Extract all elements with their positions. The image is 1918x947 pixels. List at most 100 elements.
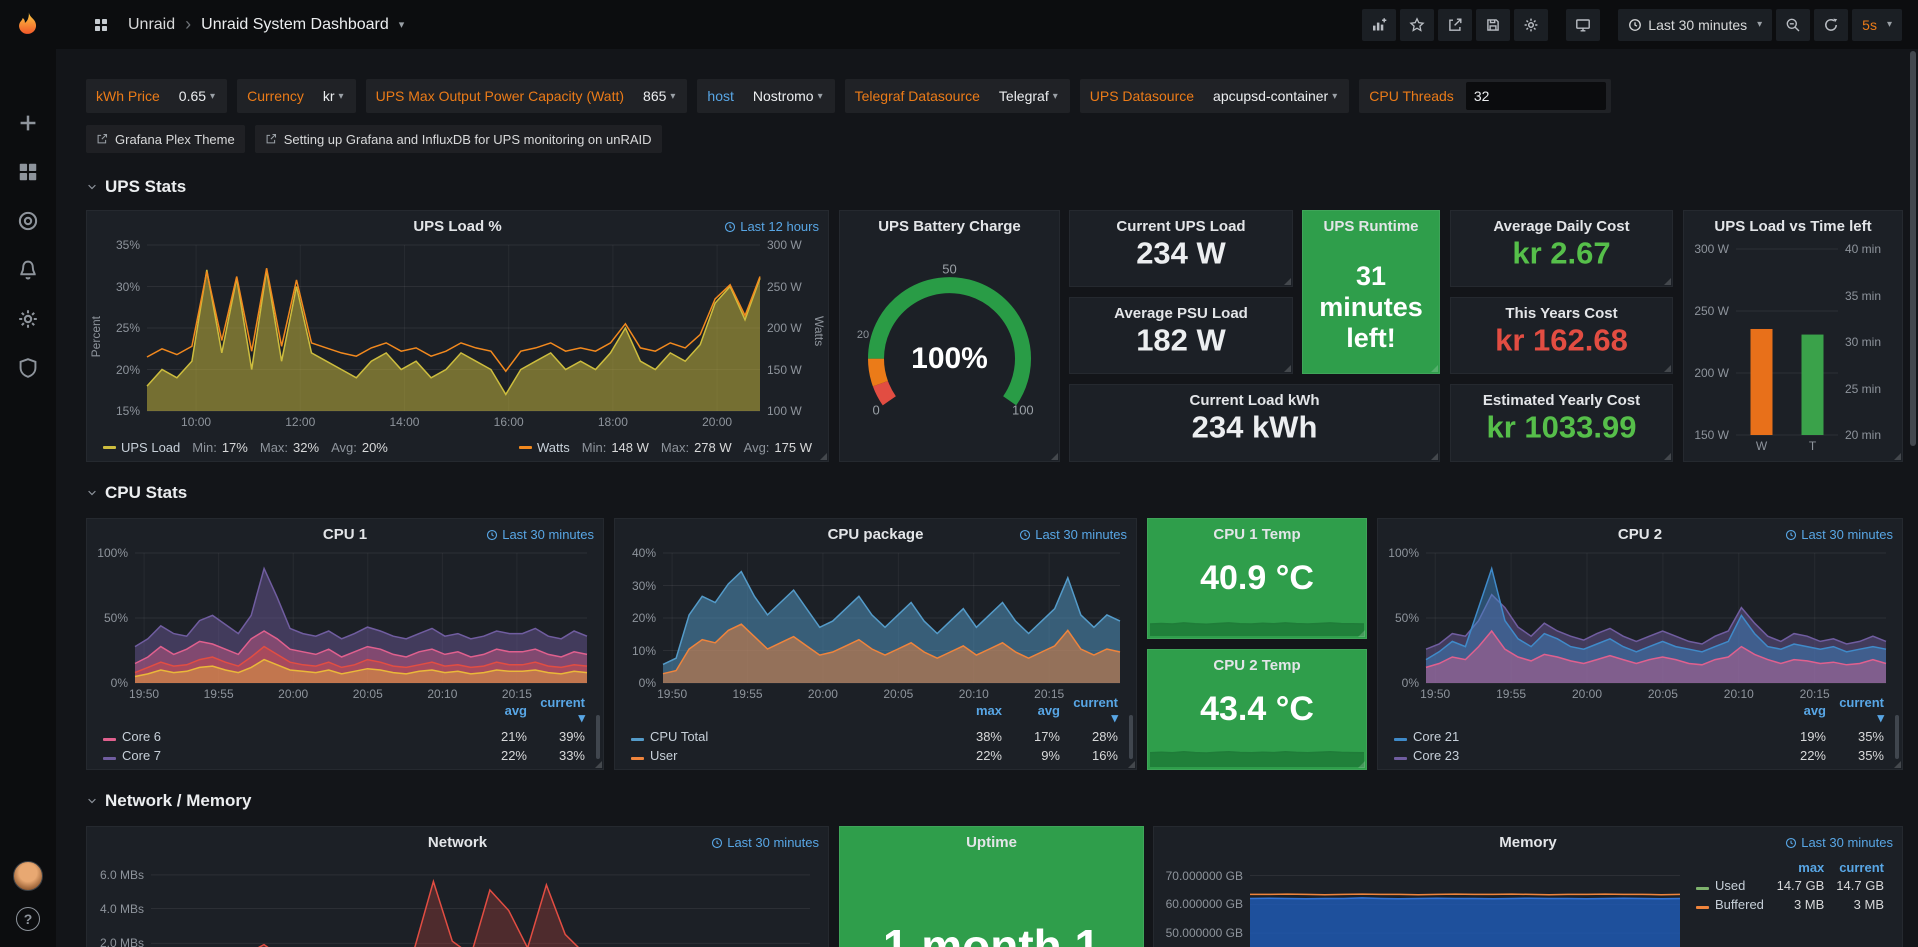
legend-series-name[interactable]: Core 23 <box>1413 748 1459 763</box>
panel-title[interactable]: UPS Load vs Time left <box>1684 211 1902 235</box>
legend-col-current[interactable]: current ▾ <box>1066 694 1124 727</box>
panel-title[interactable]: Uptime <box>840 827 1143 851</box>
panel-title[interactable]: UPS Load % <box>87 211 828 235</box>
bar-label: T <box>1809 439 1816 453</box>
clock-icon <box>1785 837 1797 849</box>
variable-value-ups-max-output-power-capacity-watt[interactable]: 865▾ <box>633 79 685 113</box>
panel-title[interactable]: Current UPS Load <box>1070 211 1292 235</box>
legend-series-name[interactable]: Core 7 <box>122 748 161 763</box>
cpu-2-graph[interactable]: 100%50%0%19:5019:5520:0020:0520:1020:15 <box>1386 549 1894 701</box>
help-icon[interactable]: ? <box>16 907 40 931</box>
legend-entry: UPS LoadMin:17%Max:32%Avg:20% <box>103 440 388 455</box>
axis-tick: 200 W <box>1690 366 1729 380</box>
dashboards-icon[interactable] <box>13 157 43 187</box>
settings-gear-icon[interactable] <box>1514 9 1548 41</box>
create-plus-icon[interactable] <box>13 108 43 138</box>
panel-average-daily-cost: Average Daily Cost kr 2.67 <box>1450 210 1673 287</box>
axis-tick: 15% <box>101 404 140 418</box>
series-color-dash <box>103 738 116 741</box>
refresh-interval-label: 5s <box>1862 17 1877 33</box>
grafana-logo[interactable] <box>11 8 45 42</box>
chevron-down-icon <box>86 181 98 193</box>
axis-tick: 100% <box>95 546 128 560</box>
zoom-out-icon[interactable] <box>1776 9 1810 41</box>
configuration-gear-icon[interactable] <box>13 304 43 334</box>
legend-col-max[interactable]: max <box>950 694 1008 727</box>
legend-col-avg[interactable]: avg <box>1774 694 1832 727</box>
explore-icon[interactable] <box>13 206 43 236</box>
panel-title[interactable]: UPS Battery Charge <box>840 211 1059 235</box>
time-range-picker[interactable]: Last 30 minutes ▾ <box>1618 9 1772 41</box>
cycle-view-monitor-icon[interactable] <box>1566 9 1600 41</box>
variable-value-ups-datasource[interactable]: apcupsd-container▾ <box>1203 79 1347 113</box>
star-icon[interactable] <box>1400 9 1434 41</box>
legend-col-current[interactable]: current ▾ <box>533 694 591 727</box>
variable-value-currency[interactable]: kr▾ <box>313 79 354 113</box>
legend-series-name[interactable]: Core 21 <box>1413 729 1459 744</box>
network-graph[interactable]: 6.0 MBs4.0 MBs2.0 MBs <box>95 857 820 947</box>
chevron-down-icon[interactable]: ▾ <box>399 18 405 31</box>
panel-title[interactable]: CPU 2 Temp <box>1148 650 1366 674</box>
chevron-down-icon: ▾ <box>210 91 215 102</box>
clock-icon <box>711 837 723 849</box>
refresh-interval-dropdown[interactable]: 5s ▾ <box>1852 9 1902 41</box>
panel-this-years-cost: This Years Cost kr 162.68 <box>1450 297 1673 374</box>
legend-col-avg[interactable]: avg <box>1008 694 1066 727</box>
dashboard-title[interactable]: Unraid System Dashboard <box>201 16 389 34</box>
axis-tick: 100 W <box>767 404 802 418</box>
security-shield-icon[interactable] <box>13 353 43 383</box>
legend-series-name[interactable]: UPS Load <box>121 440 180 455</box>
legend-col-avg[interactable]: avg <box>475 694 533 727</box>
panel-title[interactable]: This Years Cost <box>1451 298 1672 322</box>
breadcrumb-app[interactable]: Unraid <box>128 16 175 34</box>
share-icon[interactable] <box>1438 9 1472 41</box>
panel-title[interactable]: CPU 1 Temp <box>1148 519 1366 543</box>
user-avatar[interactable] <box>13 861 43 891</box>
legend-col-current[interactable]: current <box>1830 859 1890 876</box>
memory-graph[interactable]: 70.000000 GB60.000000 GB50.000000 GB <box>1162 857 1686 947</box>
panel-time-override: Last 30 minutes <box>711 835 819 850</box>
legend-series-name[interactable]: CPU Total <box>650 729 708 744</box>
panel-title[interactable]: Current Load kWh <box>1070 385 1439 409</box>
row-header-ups-stats[interactable]: UPS Stats <box>86 177 186 197</box>
scrollbar-thumb[interactable] <box>1910 51 1916 446</box>
stat-value: 234 kWh <box>1070 409 1439 445</box>
variable-label: UPS Datasource <box>1090 88 1203 104</box>
variable-value-telegraf-datasource[interactable]: Telegraf▾ <box>989 79 1068 113</box>
legend-col-max[interactable]: max <box>1771 859 1831 876</box>
legend-series-name[interactable]: Watts <box>537 440 570 455</box>
add-panel-button[interactable] <box>1362 9 1396 41</box>
legend-series-name[interactable]: User <box>650 748 677 763</box>
refresh-icon[interactable] <box>1814 9 1848 41</box>
row-header-cpu-stats[interactable]: CPU Stats <box>86 483 187 503</box>
legend-scrollbar[interactable] <box>596 715 600 759</box>
panel-title[interactable]: Average PSU Load <box>1070 298 1292 322</box>
page-scrollbar[interactable] <box>1908 49 1918 947</box>
legend-scrollbar[interactable] <box>1129 715 1133 759</box>
cpu-1-graph[interactable]: 100%50%0%19:5019:5520:0020:0520:1020:15 <box>95 549 595 701</box>
variable-input-cpu-threads[interactable] <box>1466 82 1606 110</box>
row-header-network-memory[interactable]: Network / Memory <box>86 791 251 811</box>
ups-load-graph[interactable]: 35%30%25%20%15%300 W250 W200 W150 W100 W… <box>101 241 814 429</box>
legend-series-name[interactable]: Buffered <box>1715 897 1764 912</box>
legend-series-name[interactable]: Core 6 <box>122 729 161 744</box>
save-icon[interactable] <box>1476 9 1510 41</box>
variable-value-kwh-price[interactable]: 0.65▾ <box>169 79 225 113</box>
cpu-package-graph[interactable]: 40%30%20%10%0%19:5019:5520:0020:0520:102… <box>623 549 1128 701</box>
apps-grid-icon[interactable] <box>84 9 118 41</box>
legend-col-current[interactable]: current ▾ <box>1832 694 1890 727</box>
alerting-bell-icon[interactable] <box>13 255 43 285</box>
panel-title[interactable]: Estimated Yearly Cost <box>1451 385 1672 409</box>
panel-title[interactable]: UPS Runtime <box>1303 211 1439 235</box>
legend-series-name[interactable]: Used <box>1715 878 1745 893</box>
legend-row: CPU Total38%17%28% <box>625 727 1124 746</box>
battery-gauge: 02050100100% <box>850 241 1049 451</box>
panel-title[interactable]: Average Daily Cost <box>1451 211 1672 235</box>
dashboard-link-ups-monitoring-guide[interactable]: Setting up Grafana and InfluxDB for UPS … <box>255 125 662 153</box>
axis-tick: 25% <box>101 321 140 335</box>
ups-load-time-bar-chart[interactable]: WT300 W250 W200 W150 W40 min35 min30 min… <box>1690 243 1896 453</box>
variable-value-host[interactable]: Nostromo▾ <box>743 79 833 113</box>
legend-scrollbar[interactable] <box>1895 715 1899 759</box>
axis-tick: 0% <box>95 676 128 690</box>
dashboard-link-grafana-plex-theme[interactable]: Grafana Plex Theme <box>86 125 245 153</box>
